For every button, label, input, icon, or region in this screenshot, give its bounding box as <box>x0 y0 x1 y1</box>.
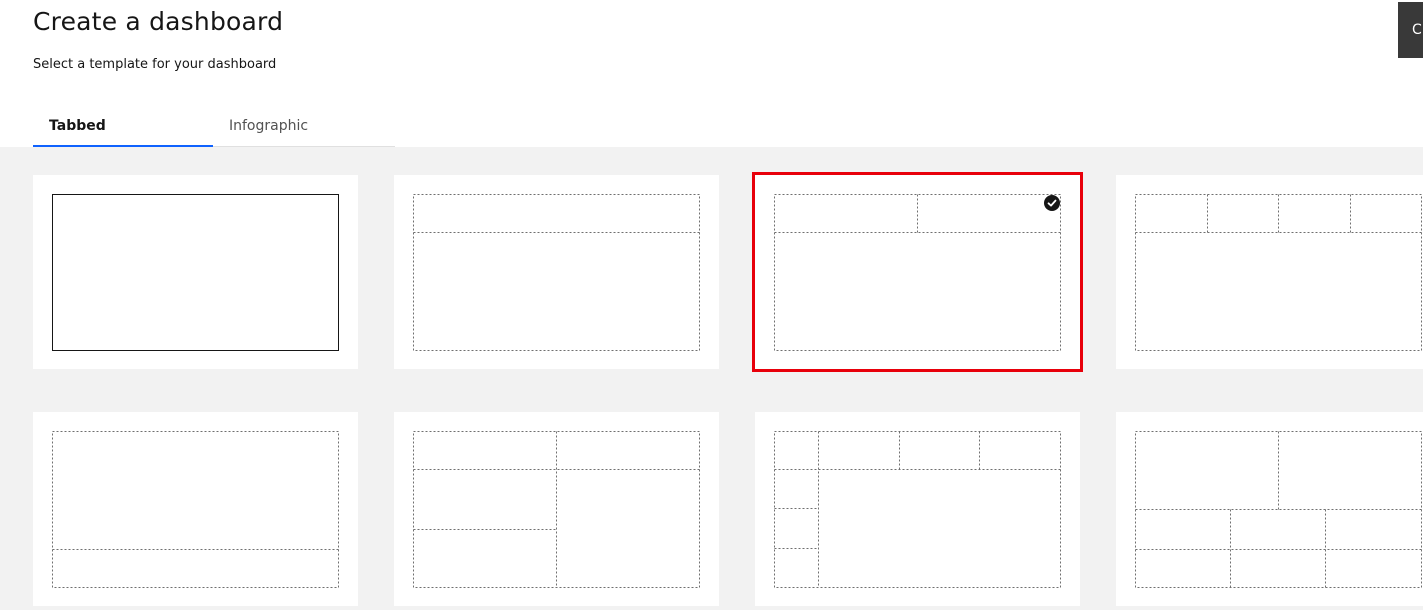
template-card-quadrant-grid[interactable] <box>1116 412 1423 606</box>
tab-tabbed[interactable]: Tabbed <box>33 107 213 147</box>
template-layout-preview <box>774 194 1061 351</box>
page-title: Create a dashboard <box>33 7 284 36</box>
template-layout-preview <box>413 431 700 588</box>
template-layout-preview <box>1135 431 1422 588</box>
template-card-header-and-body[interactable] <box>394 175 719 369</box>
template-layout-preview <box>52 194 339 351</box>
template-layout-preview <box>1135 194 1422 351</box>
template-card-single-panel[interactable] <box>33 175 358 369</box>
template-layout-preview <box>413 194 700 351</box>
template-layout-preview <box>774 431 1061 588</box>
template-card-body-and-footer[interactable] <box>33 412 358 606</box>
template-card-left-column-three-top-panels[interactable] <box>755 412 1080 606</box>
template-tabs: Tabbed Infographic <box>33 107 395 147</box>
template-gallery <box>0 147 1423 610</box>
create-button[interactable]: C <box>1398 2 1423 58</box>
selected-checkmark-icon <box>1044 195 1060 211</box>
template-card-four-header-panels-and-body[interactable] <box>1116 175 1423 369</box>
tab-infographic[interactable]: Infographic <box>213 107 395 147</box>
template-card-split-left-stack-right-panel[interactable] <box>394 412 719 606</box>
page-subtitle: Select a template for your dashboard <box>33 57 277 72</box>
template-card-two-header-panels-and-body[interactable] <box>752 172 1083 372</box>
template-layout-preview <box>52 431 339 588</box>
